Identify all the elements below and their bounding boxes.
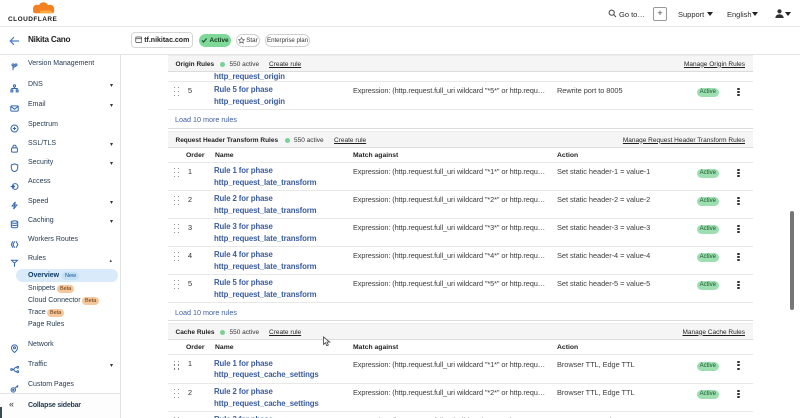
svg-text:CLOUDFLARE: CLOUDFLARE [8, 16, 57, 23]
